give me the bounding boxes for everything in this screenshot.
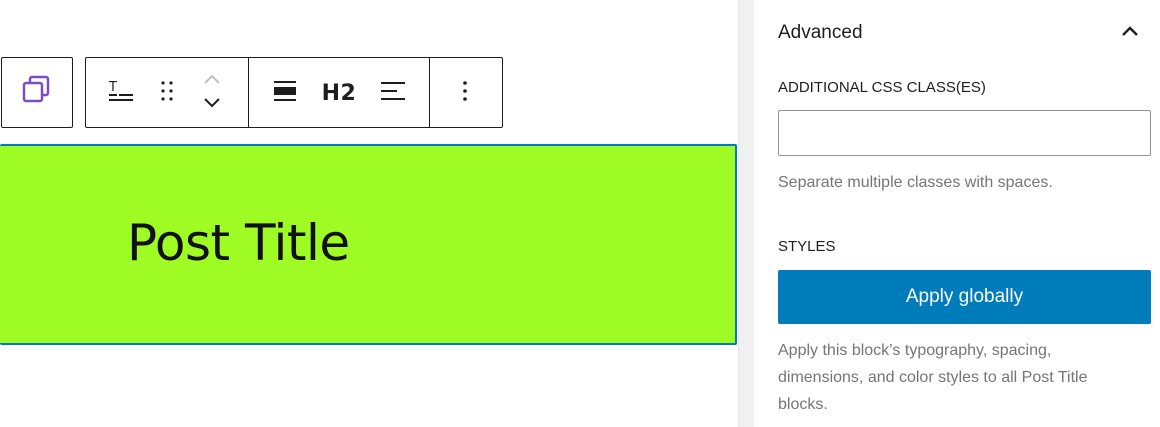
- heading-level-button[interactable]: H2: [314, 70, 364, 116]
- move-up-button[interactable]: [196, 70, 228, 92]
- drag-handle-icon: [160, 79, 174, 108]
- panel-title: Advanced: [778, 22, 863, 43]
- styles-label: STYLES: [778, 238, 836, 255]
- post-title-text[interactable]: Post Title: [127, 218, 350, 268]
- select-parent-button[interactable]: [1, 57, 73, 128]
- css-class-help: Separate multiple classes with spaces.: [778, 174, 1053, 191]
- panel-toggle-button[interactable]: [1118, 20, 1142, 44]
- apply-globally-button[interactable]: Apply globally: [778, 270, 1151, 324]
- chevron-down-icon: [202, 96, 222, 114]
- sidebar-divider: [738, 0, 754, 427]
- align-button[interactable]: [262, 70, 308, 116]
- drag-handle[interactable]: [150, 70, 184, 116]
- align-left-icon: [380, 79, 406, 108]
- post-title-icon: T: [107, 77, 135, 110]
- more-options-button[interactable]: [442, 70, 488, 116]
- toolbar-separator: [248, 57, 249, 128]
- settings-sidebar: Advanced ADDITIONAL CSS CLASS(ES) Separa…: [754, 0, 1160, 427]
- css-class-input[interactable]: [778, 110, 1151, 156]
- css-class-label: ADDITIONAL CSS CLASS(ES): [778, 79, 986, 96]
- svg-text:T: T: [108, 80, 117, 95]
- toolbar-separator: [429, 57, 430, 128]
- post-title-block[interactable]: Post Title: [0, 144, 737, 345]
- move-down-button[interactable]: [196, 94, 228, 116]
- align-none-icon: [273, 79, 297, 108]
- chevron-up-icon: [202, 72, 222, 90]
- heading-level-label: H2: [321, 80, 357, 106]
- editor-canvas: T H2 Post Title: [0, 0, 738, 427]
- text-align-button[interactable]: [370, 70, 416, 116]
- query-loop-icon: [21, 74, 53, 111]
- chevron-up-icon: [1118, 26, 1142, 48]
- block-type-button[interactable]: T: [96, 70, 146, 116]
- more-vertical-icon: [462, 79, 468, 108]
- styles-help: Apply this block’s typography, spacing, …: [778, 342, 1088, 413]
